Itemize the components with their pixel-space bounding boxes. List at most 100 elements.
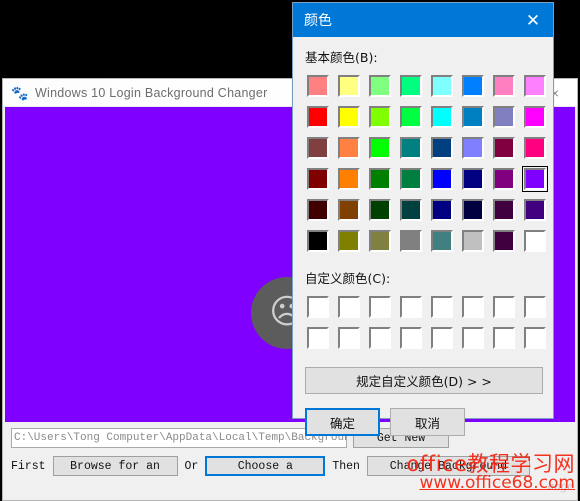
basic-color-swatch[interactable]	[367, 135, 393, 161]
swatch-fill	[369, 168, 391, 190]
basic-color-swatch[interactable]	[367, 166, 393, 192]
swatch-fill	[369, 296, 391, 318]
basic-color-swatch[interactable]	[336, 104, 362, 130]
custom-color-swatch[interactable]	[491, 325, 517, 351]
basic-color-swatch[interactable]	[491, 197, 517, 223]
basic-color-swatch[interactable]	[429, 197, 455, 223]
swatch-fill	[307, 106, 329, 128]
browse-for-an-image-button[interactable]: Browse for an	[52, 456, 178, 476]
basic-color-swatch[interactable]	[398, 104, 424, 130]
basic-color-swatch[interactable]	[460, 104, 486, 130]
custom-color-swatch[interactable]	[398, 294, 424, 320]
action-row: First Browse for an Or Choose a Then Cha…	[11, 456, 569, 476]
basic-color-swatch[interactable]	[367, 104, 393, 130]
swatch-fill	[369, 230, 391, 252]
basic-color-swatch[interactable]	[522, 197, 548, 223]
basic-color-swatch[interactable]	[305, 197, 331, 223]
color-dialog-body: 基本颜色(B): 自定义颜色(C): 规定自定义颜色(D) > > 确定 取消	[293, 37, 553, 436]
swatch-fill	[400, 75, 422, 97]
basic-color-swatch[interactable]	[491, 228, 517, 254]
swatch-fill	[431, 199, 453, 221]
custom-color-swatch[interactable]	[398, 325, 424, 351]
basic-color-swatch[interactable]	[491, 135, 517, 161]
basic-color-swatch[interactable]	[398, 166, 424, 192]
choose-a-color-button[interactable]: Choose a	[205, 456, 326, 476]
basic-color-swatch[interactable]	[460, 73, 486, 99]
basic-color-swatch[interactable]	[336, 228, 362, 254]
close-icon[interactable]: ✕	[513, 3, 553, 37]
basic-color-swatch[interactable]	[398, 228, 424, 254]
swatch-fill	[400, 137, 422, 159]
color-dialog: 颜色 ✕ 基本颜色(B): 自定义颜色(C): 规定自定义颜色(D) > > 确…	[292, 2, 554, 436]
swatch-fill	[462, 327, 484, 349]
basic-color-swatch[interactable]	[429, 104, 455, 130]
custom-color-swatch[interactable]	[305, 325, 331, 351]
swatch-fill	[431, 168, 453, 190]
swatch-fill	[462, 75, 484, 97]
basic-color-swatch[interactable]	[460, 197, 486, 223]
swatch-fill	[431, 296, 453, 318]
custom-color-swatch[interactable]	[305, 294, 331, 320]
basic-color-swatch[interactable]	[460, 166, 486, 192]
change-background-button[interactable]: Change Background	[366, 456, 530, 476]
custom-color-swatch[interactable]	[460, 325, 486, 351]
basic-color-swatch[interactable]	[429, 166, 455, 192]
basic-color-swatch[interactable]	[398, 135, 424, 161]
custom-color-swatch[interactable]	[367, 325, 393, 351]
basic-color-swatch[interactable]	[305, 104, 331, 130]
basic-color-swatch[interactable]	[429, 73, 455, 99]
custom-colors-grid[interactable]	[305, 294, 546, 351]
basic-color-swatch[interactable]	[429, 135, 455, 161]
swatch-fill	[524, 168, 546, 190]
swatch-fill	[369, 327, 391, 349]
basic-color-swatch[interactable]	[429, 228, 455, 254]
basic-color-swatch[interactable]	[367, 228, 393, 254]
swatch-fill	[307, 296, 329, 318]
basic-color-swatch[interactable]	[336, 135, 362, 161]
custom-color-swatch[interactable]	[336, 294, 362, 320]
define-custom-colors-button[interactable]: 规定自定义颜色(D) > >	[305, 367, 543, 394]
basic-color-swatch[interactable]	[398, 197, 424, 223]
ok-button[interactable]: 确定	[305, 408, 380, 436]
swatch-fill	[493, 137, 515, 159]
custom-color-swatch[interactable]	[491, 294, 517, 320]
swatch-fill	[307, 327, 329, 349]
custom-color-swatch[interactable]	[522, 294, 548, 320]
basic-color-swatch[interactable]	[336, 73, 362, 99]
basic-color-swatch[interactable]	[522, 166, 548, 192]
basic-color-swatch[interactable]	[522, 135, 548, 161]
basic-color-swatch[interactable]	[305, 135, 331, 161]
swatch-fill	[369, 199, 391, 221]
basic-color-swatch[interactable]	[460, 135, 486, 161]
basic-color-swatch[interactable]	[522, 228, 548, 254]
basic-color-swatch[interactable]	[336, 197, 362, 223]
swatch-fill	[493, 230, 515, 252]
custom-color-swatch[interactable]	[429, 325, 455, 351]
custom-color-swatch[interactable]	[336, 325, 362, 351]
basic-colors-grid[interactable]	[305, 73, 548, 254]
swatch-fill	[462, 230, 484, 252]
basic-color-swatch[interactable]	[305, 228, 331, 254]
cancel-button[interactable]: 取消	[390, 408, 465, 436]
swatch-fill	[493, 327, 515, 349]
basic-color-swatch[interactable]	[398, 73, 424, 99]
swatch-fill	[524, 137, 546, 159]
custom-color-swatch[interactable]	[429, 294, 455, 320]
swatch-fill	[431, 327, 453, 349]
basic-color-swatch[interactable]	[491, 104, 517, 130]
basic-color-swatch[interactable]	[460, 228, 486, 254]
basic-color-swatch[interactable]	[522, 104, 548, 130]
custom-color-swatch[interactable]	[367, 294, 393, 320]
custom-color-swatch[interactable]	[460, 294, 486, 320]
basic-color-swatch[interactable]	[367, 197, 393, 223]
swatch-fill	[493, 296, 515, 318]
basic-color-swatch[interactable]	[336, 166, 362, 192]
basic-color-swatch[interactable]	[491, 166, 517, 192]
basic-color-swatch[interactable]	[491, 73, 517, 99]
basic-color-swatch[interactable]	[305, 166, 331, 192]
swatch-fill	[431, 137, 453, 159]
custom-color-swatch[interactable]	[522, 325, 548, 351]
basic-color-swatch[interactable]	[522, 73, 548, 99]
basic-color-swatch[interactable]	[367, 73, 393, 99]
basic-color-swatch[interactable]	[305, 73, 331, 99]
